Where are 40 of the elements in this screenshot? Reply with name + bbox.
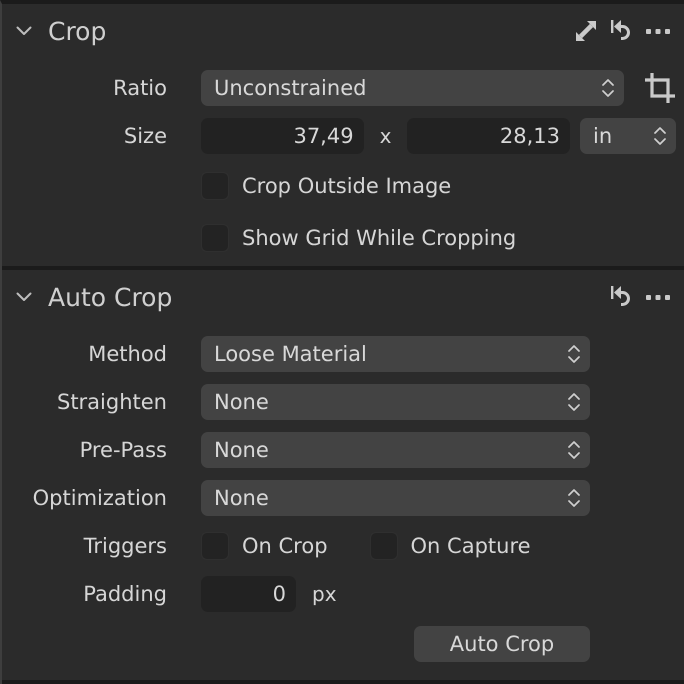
dropdown[interactable]: None	[201, 432, 590, 468]
up-down-chevron-icon	[568, 439, 580, 461]
dropdown[interactable]: None	[201, 384, 590, 420]
dropdown[interactable]: in	[580, 118, 676, 154]
dropdown[interactable]: Unconstrained	[201, 70, 624, 106]
field-label: Padding	[83, 582, 167, 606]
crop-icon[interactable]	[644, 72, 676, 104]
more-icon[interactable]	[646, 294, 670, 300]
unit-label: px	[312, 582, 337, 606]
dropdown[interactable]: None	[201, 480, 590, 516]
up-down-chevron-icon	[568, 391, 580, 413]
field-label: Optimization	[32, 486, 167, 510]
field-label: Triggers	[84, 534, 167, 558]
diagonal-arrows-icon[interactable]	[576, 21, 596, 41]
number-field[interactable]: 0	[201, 576, 296, 612]
section-title: Crop	[48, 16, 106, 46]
auto-crop-button[interactable]: Auto Crop	[414, 626, 590, 662]
field-label: Size	[124, 124, 167, 148]
more-icon[interactable]	[646, 28, 670, 34]
up-down-chevron-icon	[568, 343, 580, 365]
chevron-icon[interactable]	[16, 292, 32, 302]
reset-icon[interactable]	[611, 286, 631, 308]
chevron-icon[interactable]	[16, 26, 32, 36]
checkbox-label[interactable]: Crop Outside Image	[242, 174, 452, 198]
checkbox-label[interactable]: Show Grid While Cropping	[242, 226, 516, 250]
checkbox-label[interactable]: On Crop	[242, 534, 328, 558]
number-field[interactable]: 28,13	[407, 118, 570, 154]
field-label: Ratio	[113, 76, 167, 100]
field-label: Method	[88, 342, 167, 366]
unit-label: x	[380, 124, 392, 148]
number-field[interactable]: 37,49	[201, 118, 364, 154]
checkbox-label[interactable]: On Capture	[410, 534, 531, 558]
section-title: Auto Crop	[48, 282, 172, 312]
up-down-chevron-icon	[568, 487, 580, 509]
up-down-chevron-icon	[654, 125, 666, 147]
field-label: Pre-Pass	[80, 438, 167, 462]
up-down-chevron-icon	[602, 77, 614, 99]
field-label: Straighten	[56, 390, 167, 414]
reset-icon[interactable]	[611, 20, 631, 42]
dropdown[interactable]: Loose Material	[201, 336, 590, 372]
